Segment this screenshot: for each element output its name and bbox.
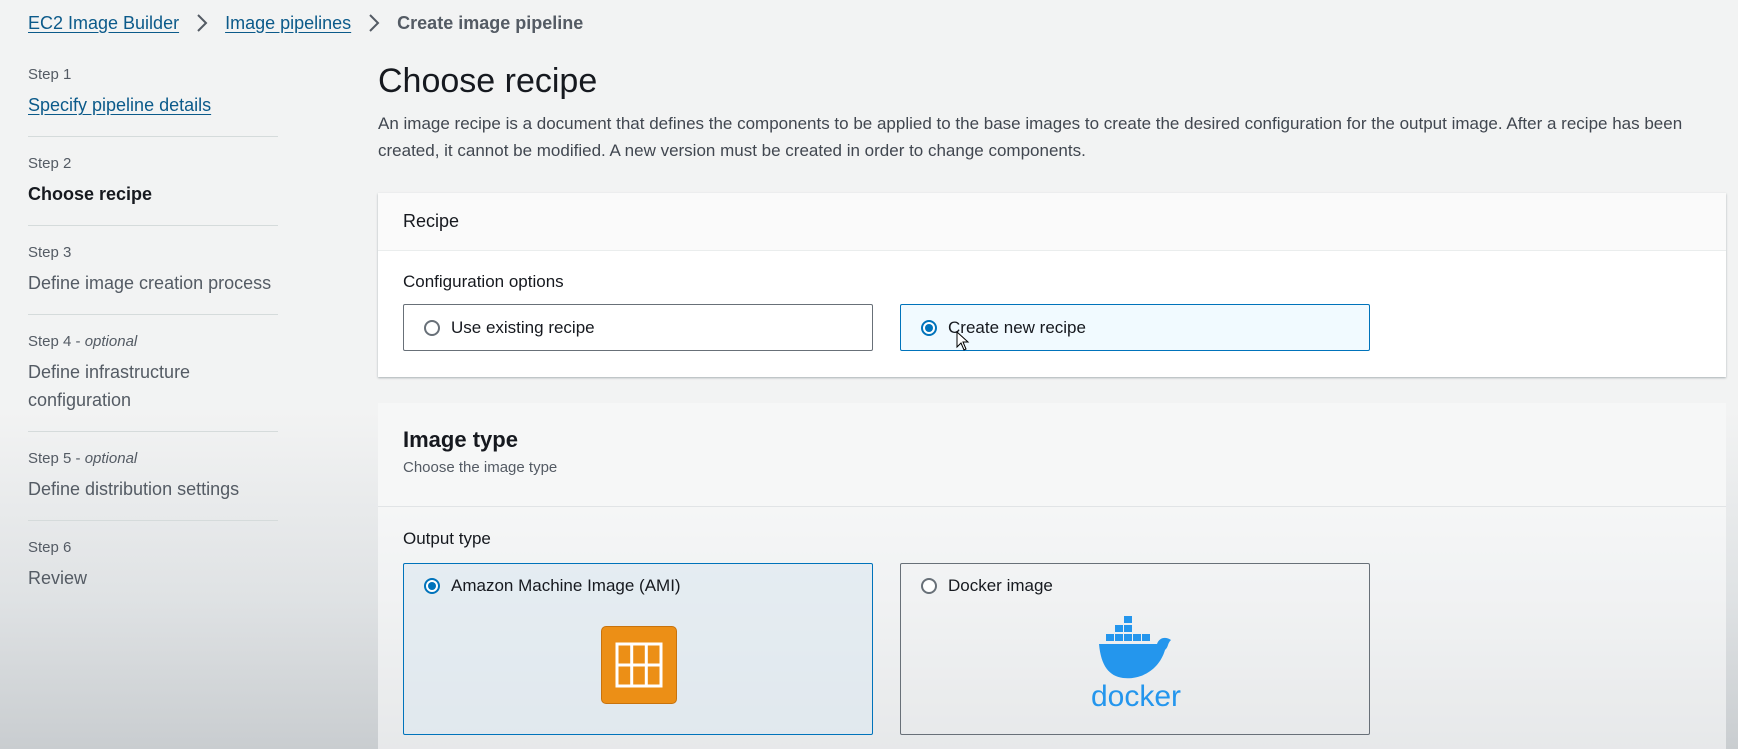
step-5: Step 5 - optional Define distribution se… [28,444,278,521]
ami-output-option[interactable]: Amazon Machine Image (AMI) [403,563,873,735]
breadcrumb-ec2-image-builder[interactable]: EC2 Image Builder [28,13,179,34]
chevron-right-icon [361,13,387,33]
step-number: Step 5 - optional [28,450,138,467]
step-4: Step 4 - optional Define infrastructure … [28,327,278,432]
step-number: Step 3 [28,244,72,261]
step-title-define-image-creation: Define image creation process [28,273,272,293]
main-content: Choose recipe An image recipe is a docum… [378,58,1738,164]
option-label: Use existing recipe [451,317,595,337]
image-type-body: Output type Amazon Machine Image (AMI) D… [378,507,1726,749]
use-existing-recipe-option[interactable]: Use existing recipe [403,304,873,351]
step-number: Step 1 [28,66,72,83]
step-2: Step 2 Choose recipe [28,149,278,226]
docker-option-row: Docker image [921,576,1053,596]
mouse-cursor-icon [956,331,970,351]
radio-unchecked-icon[interactable] [921,578,937,594]
image-type-header: Image type Choose the image type [378,403,1726,507]
page-description: An image recipe is a document that defin… [378,114,1683,160]
chevron-right-icon [189,13,215,33]
step-title-choose-recipe: Choose recipe [28,184,153,204]
output-type-label: Output type [403,529,491,548]
ami-icon [601,626,677,704]
breadcrumb-image-pipelines[interactable]: Image pipelines [225,13,351,34]
image-type-title: Image type [403,427,518,452]
ami-option-row: Amazon Machine Image (AMI) [424,576,681,596]
step-title-define-distribution: Define distribution settings [28,479,240,499]
radio-checked-icon[interactable] [921,319,937,336]
docker-wordmark: docker [1091,680,1181,713]
image-type-subtitle: Choose the image type [403,459,558,476]
step-number: Step 4 - optional [28,333,138,350]
docker-logo: docker [1081,614,1191,714]
option-label: Docker image [948,576,1053,595]
step-number: Step 2 [28,155,72,172]
breadcrumb: EC2 Image Builder Image pipelines Create… [28,10,583,36]
image-type-panel: Image type Choose the image type Output … [378,403,1726,749]
wizard-steps-nav: Step 1 Specify pipeline details Step 2 C… [28,60,278,621]
breadcrumb-current: Create image pipeline [397,12,584,33]
recipe-panel-header: Recipe [378,193,1726,251]
step-title-define-infrastructure: Define infrastructure configuration [28,362,191,410]
step-1: Step 1 Specify pipeline details [28,60,278,137]
option-label: Amazon Machine Image (AMI) [451,576,681,595]
step-link-specify-pipeline-details[interactable]: Specify pipeline details [28,95,211,115]
configuration-options-label: Configuration options [403,272,564,291]
create-new-recipe-option[interactable]: Create new recipe [900,304,1370,351]
radio-unchecked-icon[interactable] [424,319,440,336]
step-6: Step 6 Review [28,533,278,609]
step-title-review: Review [28,568,88,588]
recipe-panel: Recipe Configuration options Use existin… [378,193,1726,377]
radio-checked-icon[interactable] [424,578,440,594]
step-3: Step 3 Define image creation process [28,238,278,315]
docker-output-option[interactable]: Docker image docker [900,563,1370,735]
step-number: Step 6 [28,539,72,556]
page-title: Choose recipe [378,62,598,100]
